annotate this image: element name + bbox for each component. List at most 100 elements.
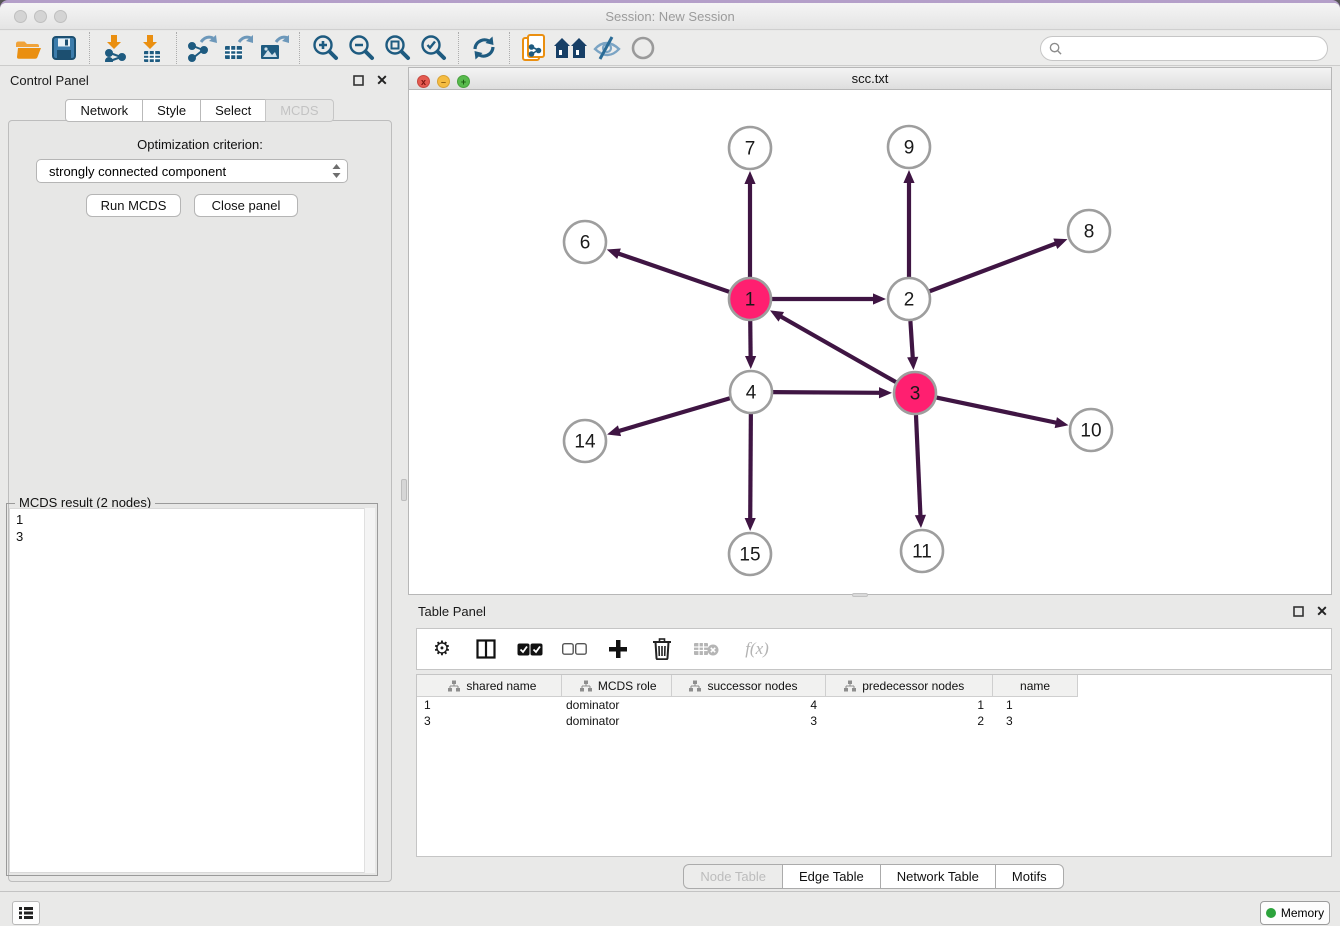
- graph-edge-4-14[interactable]: [618, 398, 730, 431]
- import-network-icon[interactable]: [97, 33, 133, 63]
- graph-edge-1-6[interactable]: [617, 253, 729, 292]
- graph-node-label: 9: [904, 138, 915, 159]
- show-columns-icon[interactable]: [473, 636, 499, 662]
- window-controls[interactable]: [14, 10, 74, 28]
- graph-node-label: 1: [745, 290, 756, 311]
- network-maximize-button[interactable]: +: [457, 75, 470, 88]
- toolbar-separator: [89, 32, 90, 64]
- tab-mcds[interactable]: MCDS: [265, 99, 333, 122]
- column-header-predecessor-nodes[interactable]: predecessor nodes: [826, 675, 993, 696]
- close-panel-icon[interactable]: ✕: [1314, 603, 1330, 619]
- graph-edge-arrowhead: [1053, 238, 1067, 248]
- close-panel-icon[interactable]: ✕: [374, 72, 390, 88]
- tab-style[interactable]: Style: [142, 99, 201, 122]
- graph-edge-arrowhead: [907, 357, 918, 370]
- horizontal-splitter-grip[interactable]: [852, 593, 868, 597]
- search-input[interactable]: [1067, 41, 1327, 57]
- graph-node-label: 3: [910, 384, 921, 405]
- status-bar: Memory: [0, 891, 1340, 926]
- hide-selected-icon[interactable]: [589, 33, 625, 63]
- graph-node-label: 4: [746, 383, 757, 404]
- search-field[interactable]: [1040, 36, 1328, 61]
- vertical-splitter[interactable]: [400, 67, 408, 891]
- network-canvas[interactable]: 7968124314101511: [409, 90, 1331, 594]
- network-graph[interactable]: 7968124314101511: [409, 90, 1331, 594]
- app-window-frame: Session: New Session: [0, 0, 1340, 926]
- tab-network-table[interactable]: Network Table: [880, 864, 996, 889]
- window-title: Session: New Session: [0, 3, 1340, 30]
- graph-edge-arrowhead: [879, 387, 892, 398]
- graph-edge-arrowhead: [745, 356, 756, 369]
- tab-node-table[interactable]: Node Table: [683, 864, 783, 889]
- zoom-in-icon[interactable]: [307, 33, 343, 63]
- column-type-icon: [580, 680, 592, 692]
- tab-motifs[interactable]: Motifs: [995, 864, 1064, 889]
- clone-network-icon[interactable]: [517, 33, 553, 63]
- graph-edge-3-10[interactable]: [937, 398, 1058, 423]
- search-icon: [1049, 42, 1062, 55]
- network-view-window: x–+ scc.txt 7968124314101511: [408, 67, 1332, 595]
- splitter-grip[interactable]: [401, 479, 407, 501]
- column-header-name[interactable]: name: [993, 675, 1078, 696]
- tab-network[interactable]: Network: [65, 99, 143, 122]
- select-all-icon[interactable]: [517, 636, 543, 662]
- main-toolbar: [0, 31, 1340, 66]
- graph-edge-4-15[interactable]: [750, 414, 751, 520]
- column-header-successor-nodes[interactable]: successor nodes: [672, 675, 827, 696]
- column-header-mcds-role[interactable]: MCDS role: [562, 675, 672, 696]
- graph-edge-2-3[interactable]: [910, 321, 912, 359]
- zoom-out-icon[interactable]: [343, 33, 379, 63]
- export-image-icon[interactable]: [256, 33, 292, 63]
- table-panel-title: Table Panel: [418, 604, 486, 619]
- tab-edge-table[interactable]: Edge Table: [782, 864, 881, 889]
- network-close-button[interactable]: x: [417, 75, 430, 88]
- table-panel-tabs: Node Table Edge Table Network Table Moti…: [408, 864, 1340, 889]
- float-panel-icon[interactable]: [350, 72, 366, 88]
- export-table-icon[interactable]: [220, 33, 256, 63]
- minimize-window-button[interactable]: [34, 10, 47, 23]
- table-row[interactable]: 1 dominator 4 1 1: [417, 697, 1331, 713]
- open-session-icon[interactable]: [10, 33, 46, 63]
- toolbar-separator: [176, 32, 177, 64]
- zoom-selected-icon[interactable]: [415, 33, 451, 63]
- refresh-layout-icon[interactable]: [466, 33, 502, 63]
- import-table-icon[interactable]: [133, 33, 169, 63]
- table-panel: Table Panel ✕ ⚙ f(x) shared name MCDS ro…: [408, 598, 1340, 891]
- graph-edge-3-11[interactable]: [916, 415, 921, 517]
- graph-edge-arrowhead: [607, 248, 621, 259]
- result-scrollbar[interactable]: [364, 508, 375, 873]
- graph-edge-3-1[interactable]: [780, 316, 896, 382]
- add-column-icon[interactable]: [605, 636, 631, 662]
- show-selected-icon[interactable]: [625, 33, 661, 63]
- close-window-button[interactable]: [14, 10, 27, 23]
- network-window-title: scc.txt: [409, 71, 1331, 86]
- run-mcds-button[interactable]: Run MCDS: [86, 194, 181, 217]
- zoom-window-button[interactable]: [54, 10, 67, 23]
- export-network-icon[interactable]: [184, 33, 220, 63]
- tab-select[interactable]: Select: [200, 99, 266, 122]
- column-type-icon: [844, 680, 856, 692]
- network-minimize-button[interactable]: –: [437, 75, 450, 88]
- column-type-icon: [689, 680, 701, 692]
- column-header-shared-name[interactable]: shared name: [417, 675, 562, 696]
- table-row[interactable]: 3 dominator 3 2 3: [417, 713, 1331, 729]
- float-panel-icon[interactable]: [1290, 603, 1306, 619]
- show-all-neighbors-icon[interactable]: [553, 33, 589, 63]
- delete-column-icon[interactable]: [649, 636, 675, 662]
- deselect-all-icon[interactable]: [561, 636, 587, 662]
- memory-button[interactable]: Memory: [1260, 901, 1330, 925]
- table-settings-icon[interactable]: ⚙: [429, 636, 455, 662]
- zoom-fit-icon[interactable]: [379, 33, 415, 63]
- close-panel-button[interactable]: Close panel: [194, 194, 298, 217]
- mcds-result-list[interactable]: 1 3: [9, 508, 375, 873]
- toolbar-separator: [299, 32, 300, 64]
- save-session-icon[interactable]: [46, 33, 82, 63]
- control-panel-tabs: Network Style Select MCDS: [0, 99, 400, 122]
- graph-edge-4-3[interactable]: [773, 392, 881, 393]
- optimization-criterion-select[interactable]: strongly connected component: [36, 159, 348, 183]
- function-builder-icon: f(x): [737, 636, 777, 662]
- task-history-button[interactable]: [12, 901, 40, 925]
- graph-edge-2-8[interactable]: [930, 243, 1058, 291]
- task-list-icon: [18, 906, 34, 920]
- graph-node-label: 10: [1080, 421, 1101, 442]
